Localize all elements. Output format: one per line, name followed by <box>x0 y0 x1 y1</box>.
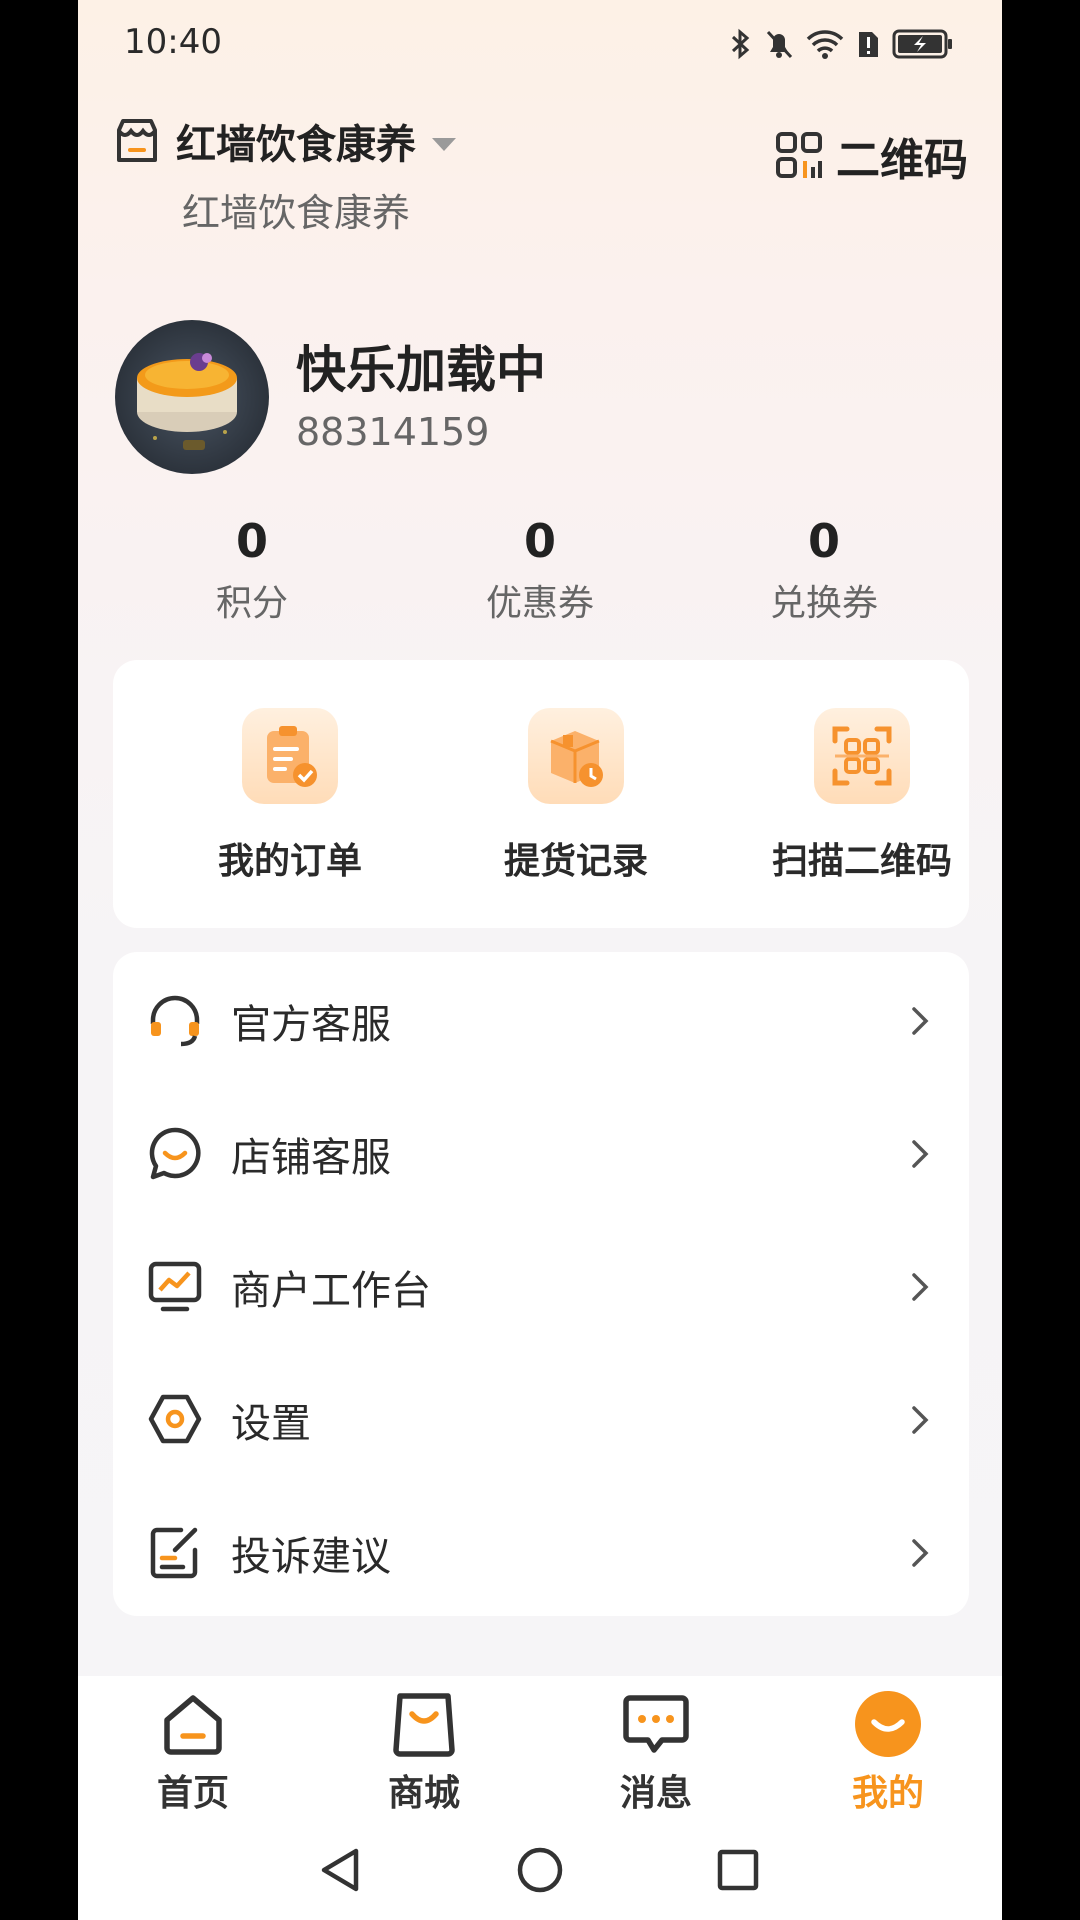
tab-label: 商城 <box>387 1773 460 1814</box>
menu-label: 商户工作台 <box>231 1268 431 1314</box>
stat-value: 0 <box>235 514 268 568</box>
chevron-right-icon <box>912 1007 929 1035</box>
scan-qr-icon <box>814 708 910 804</box>
avatar[interactable] <box>115 320 269 474</box>
scan-qr-label: 扫描二维码 <box>771 841 952 882</box>
chevron-right-icon <box>912 1539 929 1567</box>
user-id: 88314159 <box>296 410 490 454</box>
smile-icon <box>855 1691 921 1757</box>
message-icon <box>623 1695 689 1753</box>
qr-code-label: 二维码 <box>836 135 968 186</box>
edit-note-icon <box>150 1527 198 1579</box>
caret-down-icon <box>432 137 456 151</box>
qr-code-icon <box>776 132 822 178</box>
menu-label: 官方客服 <box>231 1002 391 1048</box>
tab-label: 消息 <box>619 1773 692 1814</box>
menu-list: 官方客服 店铺客服 商户工作台 设置 投诉建议 <box>113 952 969 1616</box>
stat-value: 0 <box>523 514 556 568</box>
my-orders-button[interactable]: 我的订单 <box>160 708 420 884</box>
menu-label: 设置 <box>231 1401 311 1447</box>
chevron-right-icon <box>912 1140 929 1168</box>
stat-vouchers[interactable]: 0 兑换券 <box>704 514 944 626</box>
menu-label: 店铺客服 <box>231 1135 391 1181</box>
shop-subtitle: 红墙饮食康养 <box>182 191 411 235</box>
home-circle-icon[interactable] <box>516 1846 564 1894</box>
stat-label: 兑换券 <box>769 583 878 624</box>
pickup-records-button[interactable]: 提货记录 <box>446 708 706 884</box>
sim-alert-icon <box>859 32 878 57</box>
menu-item-store-service[interactable]: 店铺客服 <box>113 1085 969 1218</box>
shop-selector[interactable]: 红墙饮食康养 <box>112 112 456 170</box>
tab-messages[interactable]: 消息 <box>556 1688 756 1816</box>
tab-label: 我的 <box>851 1773 924 1814</box>
qr-code-button[interactable]: 二维码 <box>776 124 968 188</box>
my-orders-label: 我的订单 <box>217 841 362 882</box>
monitor-chart-icon <box>148 1261 202 1312</box>
bottom-tab-bar: 首页 商城 消息 我的 <box>78 1676 1002 1816</box>
scan-qr-button[interactable]: 扫描二维码 <box>732 708 992 884</box>
tab-label: 首页 <box>156 1773 229 1814</box>
chevron-right-icon <box>912 1406 929 1434</box>
store-icon <box>117 119 157 162</box>
stat-label: 优惠券 <box>485 583 594 624</box>
bell-off-icon <box>766 30 793 59</box>
bluetooth-icon <box>731 28 750 60</box>
menu-item-official-service[interactable]: 官方客服 <box>113 952 969 1085</box>
menu-label: 投诉建议 <box>231 1534 391 1580</box>
status-icons <box>730 22 954 66</box>
tab-mine[interactable]: 我的 <box>788 1688 988 1816</box>
stat-label: 积分 <box>215 583 288 624</box>
chat-smile-icon <box>149 1127 201 1180</box>
tab-mall[interactable]: 商城 <box>324 1688 524 1816</box>
avatar-image <box>115 320 269 474</box>
package-clock-icon <box>528 708 624 804</box>
stat-coupons[interactable]: 0 优惠券 <box>420 514 660 626</box>
shop-name: 红墙饮食康养 <box>176 122 416 168</box>
headset-icon <box>150 995 200 1047</box>
menu-item-feedback[interactable]: 投诉建议 <box>113 1484 969 1617</box>
chevron-right-icon <box>912 1273 929 1301</box>
tab-home[interactable]: 首页 <box>93 1688 293 1816</box>
system-navigation-bar <box>78 1816 1002 1920</box>
shopping-bag-icon <box>393 1693 455 1757</box>
pickup-records-label: 提货记录 <box>503 841 648 882</box>
stat-value: 0 <box>807 514 840 568</box>
clipboard-check-icon <box>242 708 338 804</box>
status-time: 10:40 <box>124 22 222 62</box>
nickname: 快乐加载中 <box>296 341 546 399</box>
hexagon-settings-icon <box>148 1394 202 1444</box>
back-icon[interactable] <box>318 1846 362 1894</box>
quick-actions-card: 我的订单 提货记录 扫描二维码 <box>113 660 969 928</box>
home-icon <box>164 1695 222 1755</box>
stat-points[interactable]: 0 积分 <box>132 514 372 626</box>
menu-item-merchant-workbench[interactable]: 商户工作台 <box>113 1218 969 1351</box>
menu-item-settings[interactable]: 设置 <box>113 1351 969 1484</box>
battery-charging-icon <box>892 29 952 59</box>
recents-icon[interactable] <box>716 1846 760 1894</box>
screen: 10:40 红墙饮食康养 红墙饮食康养 二维码 快乐加载中 88314159 0… <box>78 0 1002 1920</box>
wifi-icon <box>806 30 844 59</box>
